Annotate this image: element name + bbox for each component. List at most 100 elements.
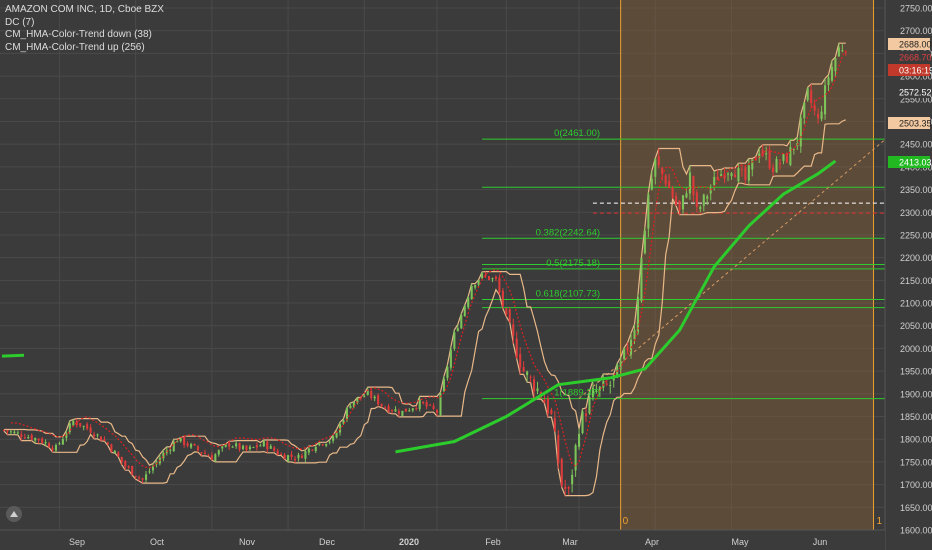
candle-body xyxy=(543,399,546,404)
candle-body xyxy=(68,423,71,433)
candle-body xyxy=(325,443,328,446)
indicator-hma-up[interactable]: CM_HMA-Color-Trend up (256) xyxy=(5,42,164,55)
time-tick-label: Nov xyxy=(239,537,256,547)
candle-body xyxy=(678,200,681,211)
price-axis[interactable]: 1600.00 1650.00 1700.00 1750.00 1800.00 1850.… xyxy=(884,0,932,550)
candle-body xyxy=(567,486,570,489)
price-tick-label: 1600.00 xyxy=(900,526,932,536)
candle-body xyxy=(307,448,310,453)
fib-label: 0.5(2175.18) xyxy=(546,258,600,269)
candle-body xyxy=(72,420,75,426)
fib-label: 0.618(2107.73) xyxy=(536,289,600,300)
time-axis[interactable]: Sep Oct Nov Dec 2020 Feb Mar Apr May Jun xyxy=(0,529,885,550)
candle-body xyxy=(626,347,629,350)
price-tag-label: 2572.52 xyxy=(899,88,932,98)
candle-body xyxy=(522,367,525,372)
candle-body xyxy=(449,349,452,368)
price-tick-label: 1800.00 xyxy=(900,435,932,445)
candle-body xyxy=(255,445,258,448)
candle-body xyxy=(747,165,750,181)
candle-body xyxy=(463,305,466,317)
candle-body xyxy=(401,410,404,416)
candle-body xyxy=(9,431,12,433)
candle-body xyxy=(744,167,747,180)
candle-body xyxy=(768,151,771,169)
candle-body xyxy=(799,117,802,147)
candle-body xyxy=(138,477,141,479)
candle-body xyxy=(332,436,335,441)
candle-body xyxy=(134,475,137,477)
candle-body xyxy=(435,409,439,413)
indicator-dc[interactable]: DC (7) xyxy=(5,17,164,30)
candle-body xyxy=(287,455,290,461)
candle-body xyxy=(429,404,432,406)
candle-body xyxy=(550,409,553,414)
price-tick-label: 2050.00 xyxy=(900,321,932,331)
candle-body xyxy=(359,397,362,399)
candle-body xyxy=(54,444,58,451)
candle-body xyxy=(706,196,709,199)
candle-body xyxy=(58,443,61,445)
candle-body xyxy=(293,459,297,461)
candle-body xyxy=(470,286,473,300)
candle-body xyxy=(245,445,248,451)
candle-body xyxy=(373,396,376,399)
candle-body xyxy=(151,466,155,471)
candle-body xyxy=(668,180,671,189)
price-tick-label: 2750.00 xyxy=(900,4,932,14)
candle-body xyxy=(609,384,612,386)
candle-body xyxy=(695,192,698,207)
price-chart[interactable]: 01 0(2461.00)0.382(2242.64)0.5(2175.18)0… xyxy=(0,0,932,550)
candle-body xyxy=(61,439,64,445)
price-tick-label: 1650.00 xyxy=(900,503,932,513)
candle-body xyxy=(2,429,6,431)
candle-body xyxy=(810,90,813,104)
fib-label: 1(1889.37) xyxy=(554,388,600,399)
candle-body xyxy=(259,445,262,447)
candle-body xyxy=(581,411,584,434)
candle-body xyxy=(262,440,265,447)
candle-body xyxy=(803,102,806,119)
candle-body xyxy=(269,446,272,449)
candle-body xyxy=(823,85,827,115)
auto-scale-icon[interactable] xyxy=(6,506,22,522)
candle-body xyxy=(328,441,331,443)
candle-body xyxy=(726,173,730,175)
candle-body xyxy=(20,434,23,438)
candle-body xyxy=(442,378,446,392)
candle-body xyxy=(408,410,411,412)
candle-body xyxy=(501,290,504,307)
candle-body xyxy=(41,438,44,443)
candle-body xyxy=(124,461,127,467)
candle-body xyxy=(304,450,307,459)
candle-body xyxy=(782,154,785,161)
candle-body xyxy=(280,454,283,456)
candle-body xyxy=(397,411,400,414)
candle-body xyxy=(830,67,834,81)
candle-body xyxy=(671,187,674,198)
candle-body xyxy=(453,332,456,349)
candle-body xyxy=(487,276,491,280)
price-tag-label: 2688.00 xyxy=(899,40,932,50)
fib-time-zone xyxy=(620,0,874,530)
candle-body xyxy=(384,407,387,409)
candle-body xyxy=(23,437,26,439)
indicator-hma-down[interactable]: CM_HMA-Color-Trend down (38) xyxy=(5,29,164,42)
candle-body xyxy=(93,434,96,437)
candle-body xyxy=(657,156,660,166)
candle-body xyxy=(688,172,691,194)
candle-body xyxy=(65,433,68,438)
candle-body xyxy=(79,422,82,427)
time-tick-label: Sep xyxy=(69,537,85,547)
price-tag-label: 2503.35 xyxy=(899,119,932,129)
candle-body xyxy=(120,456,123,463)
candle-body xyxy=(96,434,99,436)
candle-body xyxy=(792,148,795,150)
candle-body xyxy=(519,354,522,368)
time-marker-label: 1 xyxy=(877,516,883,527)
candle-body xyxy=(172,441,175,452)
candle-body xyxy=(733,174,737,178)
time-tick-label: Feb xyxy=(485,537,501,547)
time-tick-label: 2020 xyxy=(399,537,419,547)
candle-body xyxy=(481,273,484,279)
